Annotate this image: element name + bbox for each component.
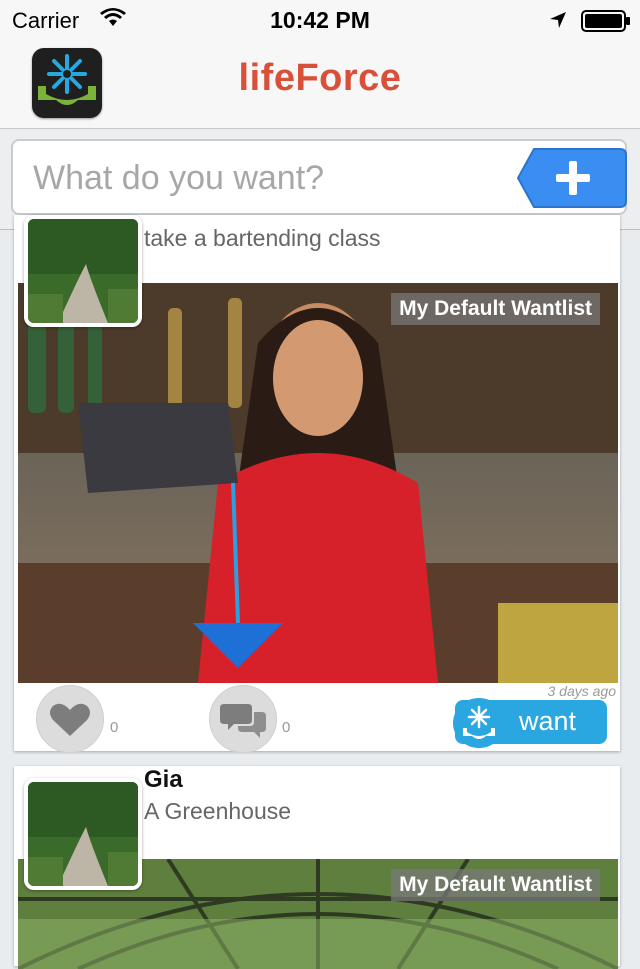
want-card: take a bartending class My Default Wantl…	[14, 215, 620, 753]
want-logo-icon	[453, 698, 505, 748]
status-time: 10:42 PM	[270, 7, 370, 33]
avatar[interactable]	[24, 778, 142, 890]
search-box	[11, 139, 627, 215]
wantlist-tag: My Default Wantlist	[391, 869, 600, 901]
search-input[interactable]	[31, 153, 505, 203]
nav-bar: lifeForce	[0, 40, 640, 129]
item-title: A Greenhouse	[144, 798, 292, 824]
like-button[interactable]	[36, 685, 104, 753]
app-title: lifeForce	[238, 57, 402, 99]
location-arrow-icon	[548, 10, 568, 35]
item-photo[interactable]: My Default Wantlist	[18, 283, 618, 683]
status-bar: Carrier 10:42 PM	[0, 0, 640, 40]
comment-count: 0	[282, 719, 291, 736]
comment-icon	[220, 704, 266, 738]
item-title: take a bartending class	[144, 225, 381, 251]
user-name[interactable]: Gia	[144, 766, 183, 794]
wantlist-tag: My Default Wantlist	[391, 293, 600, 325]
like-count: 0	[110, 719, 119, 736]
comment-button[interactable]	[209, 685, 277, 753]
time-ago: 3 days ago	[547, 683, 617, 699]
app-logo-icon[interactable]	[32, 48, 102, 118]
avatar[interactable]	[24, 215, 142, 327]
want-button[interactable]: want	[453, 698, 607, 748]
add-want-button[interactable]	[516, 147, 628, 209]
heart-icon	[50, 703, 90, 736]
want-label: want	[519, 706, 577, 736]
battery-icon	[581, 10, 631, 37]
want-card: Gia A Greenhouse My Default Wantlist	[14, 766, 620, 969]
